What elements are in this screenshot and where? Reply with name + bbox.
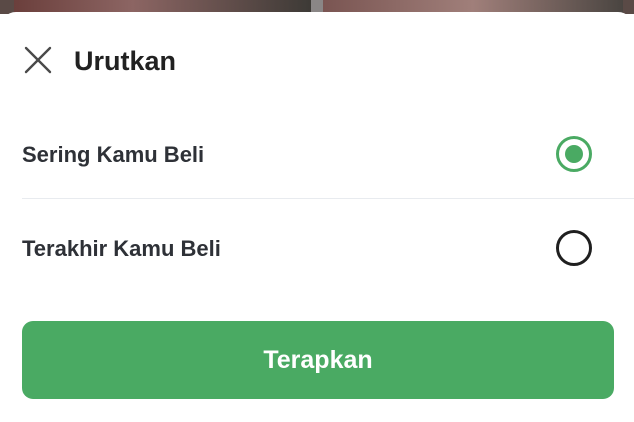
radio-button-unselected[interactable] xyxy=(556,230,592,266)
sheet-header: Urutkan xyxy=(0,12,634,108)
sheet-title: Urutkan xyxy=(74,46,177,76)
option-divider xyxy=(22,198,634,199)
sort-option-label: Terakhir Kamu Beli xyxy=(22,236,221,261)
radio-selected-dot xyxy=(565,145,583,163)
sort-bottom-sheet: Urutkan Sering Kamu Beli Terakhir Kamu B… xyxy=(0,12,634,422)
radio-button-selected[interactable] xyxy=(556,136,592,172)
sort-option-label: Sering Kamu Beli xyxy=(22,142,205,167)
close-icon xyxy=(20,42,56,78)
apply-button[interactable]: Terapkan xyxy=(22,321,614,399)
close-button[interactable] xyxy=(20,42,56,78)
sort-option-terakhir-kamu-beli[interactable]: Terakhir Kamu Beli xyxy=(22,204,612,296)
sort-option-sering-kamu-beli[interactable]: Sering Kamu Beli xyxy=(22,110,612,202)
